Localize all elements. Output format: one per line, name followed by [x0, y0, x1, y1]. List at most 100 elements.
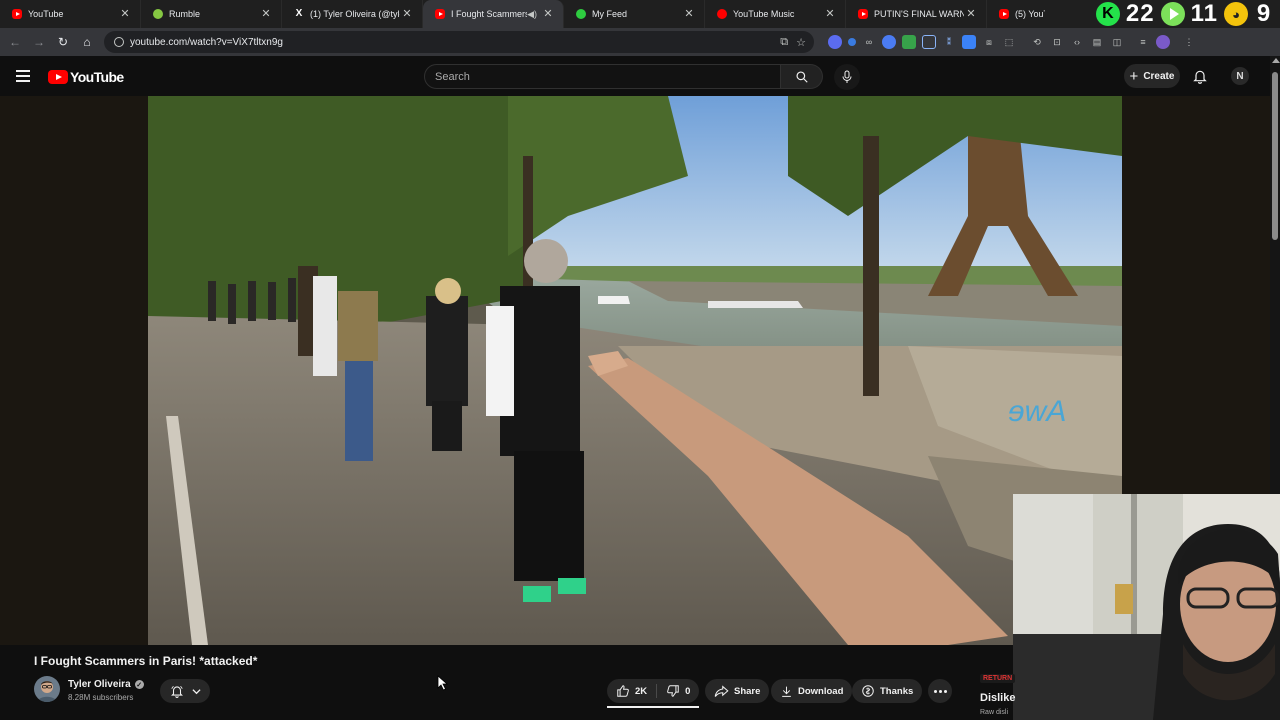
- extension-icon[interactable]: ⁑: [942, 35, 956, 49]
- super-thanks-icon: [862, 685, 874, 697]
- youtube-masthead: YouTube Search + Create N: [0, 56, 1270, 96]
- video-title: I Fought Scammers in Paris! *attacked*: [34, 654, 258, 668]
- channel-name-text[interactable]: Tyler Oliveira: [68, 679, 131, 690]
- extension-icon[interactable]: ⧈: [982, 35, 996, 49]
- browser-tab-youtube-5[interactable]: (5) YouTube: [987, 0, 1047, 28]
- back-icon[interactable]: ←: [3, 30, 27, 54]
- close-icon[interactable]: ✕: [964, 7, 978, 21]
- dot: [938, 689, 942, 693]
- browser-tab-my-feed[interactable]: My Feed ✕: [564, 0, 705, 28]
- site-info-icon[interactable]: [114, 37, 124, 47]
- tab-title: I Fought Scammers in: [451, 9, 528, 19]
- youtube-icon: [12, 9, 22, 19]
- download-button[interactable]: Download: [771, 679, 853, 703]
- close-icon[interactable]: ✕: [541, 7, 555, 21]
- download-label: Download: [798, 685, 844, 697]
- browser-tab-active-video[interactable]: I Fought Scammers in ◀) ✕: [423, 0, 564, 28]
- share-button[interactable]: Share: [705, 679, 770, 703]
- extension-icon[interactable]: [828, 35, 842, 49]
- history-icon[interactable]: ⟲: [1030, 35, 1044, 49]
- search-button[interactable]: [781, 64, 823, 89]
- extension-icon[interactable]: [962, 35, 976, 49]
- close-icon[interactable]: ✕: [823, 7, 837, 21]
- youtube-icon: [999, 9, 1009, 19]
- close-icon[interactable]: ✕: [118, 7, 132, 21]
- youtube-logo[interactable]: YouTube: [48, 69, 124, 85]
- like-ratio-bar: [607, 706, 699, 708]
- download-icon: [782, 686, 791, 697]
- thanks-button[interactable]: Thanks: [852, 679, 923, 703]
- subscription-notifications-button[interactable]: [160, 679, 210, 703]
- notifications-bell-icon[interactable]: [1192, 68, 1208, 84]
- bookmark-star-icon[interactable]: ☆: [796, 36, 806, 49]
- video-player[interactable]: ɘwA: [148, 96, 1122, 645]
- close-icon[interactable]: ✕: [682, 7, 696, 21]
- share-label: Share: [734, 685, 761, 697]
- extension-icon[interactable]: [922, 35, 936, 49]
- screenshot-icon[interactable]: ⊡: [1050, 35, 1064, 49]
- home-icon[interactable]: ⌂: [75, 30, 99, 54]
- microphone-icon: [842, 70, 852, 83]
- extension-icon[interactable]: [882, 35, 896, 49]
- reload-icon[interactable]: ↻: [51, 30, 75, 54]
- extensions-puzzle-icon[interactable]: ⬚: [1002, 35, 1016, 49]
- youtube-music-icon: [717, 9, 727, 19]
- play-badge-icon[interactable]: [1160, 2, 1185, 26]
- like-button[interactable]: 2K: [607, 679, 656, 703]
- create-button[interactable]: + Create: [1124, 64, 1180, 88]
- k-badge-icon[interactable]: K: [1095, 2, 1120, 26]
- badge-count: 9: [1256, 0, 1272, 27]
- browser-tab-putin[interactable]: PUTIN'S FINAL WARNING ✕: [846, 0, 987, 28]
- more-actions-button[interactable]: [928, 679, 952, 703]
- voice-search-button[interactable]: [834, 64, 860, 90]
- youtube-logo-icon: [48, 70, 68, 84]
- tab-title: My Feed: [592, 9, 628, 19]
- menu-kebab-icon[interactable]: ⋮: [1182, 35, 1196, 49]
- plus-icon: +: [1129, 67, 1139, 85]
- dot: [933, 689, 937, 693]
- menu-icon[interactable]: [16, 70, 30, 82]
- dislike-count: 0: [685, 685, 691, 697]
- media-icon[interactable]: ≡: [1136, 35, 1150, 49]
- extension-icon[interactable]: ∞: [862, 35, 876, 49]
- forward-icon[interactable]: →: [27, 30, 51, 54]
- webcam-feed-image: [1013, 494, 1280, 720]
- account-avatar[interactable]: N: [1231, 67, 1249, 85]
- thanks-label: Thanks: [880, 685, 914, 697]
- reading-list-icon[interactable]: ▤: [1090, 35, 1104, 49]
- thumbs-up-icon: [617, 685, 629, 697]
- search-input[interactable]: Search: [424, 64, 781, 89]
- sidebar-promo-card[interactable]: RETURN Dislike Raw disli: [972, 672, 1032, 720]
- browser-tab-x[interactable]: X (1) Tyler Oliveira (@tylerol... ✕: [282, 0, 423, 28]
- browser-tab-youtube-music[interactable]: YouTube Music ✕: [705, 0, 846, 28]
- url-text[interactable]: youtube.com/watch?v=ViX7tltxn9g: [130, 37, 780, 48]
- side-panel-icon[interactable]: ◫: [1110, 35, 1124, 49]
- install-app-icon[interactable]: ⧉: [780, 36, 788, 49]
- tab-title: (5) YouTube: [1015, 9, 1045, 19]
- youtube-icon: [435, 9, 445, 19]
- close-icon[interactable]: ✕: [400, 7, 414, 21]
- profile-icon[interactable]: [1156, 35, 1170, 49]
- close-icon[interactable]: ✕: [259, 7, 273, 21]
- browser-tab-strip: YouTube ✕ Rumble ✕ X (1) Tyler Oliveira …: [0, 0, 1280, 28]
- extension-icon[interactable]: [902, 35, 916, 49]
- subscriber-count: 8.28M subscribers: [68, 693, 134, 702]
- scroll-up-arrow-icon[interactable]: [1271, 58, 1280, 63]
- devtools-icon[interactable]: ‹›: [1070, 35, 1084, 49]
- ghost-badge-icon[interactable]: ◕: [1224, 2, 1248, 26]
- address-bar[interactable]: youtube.com/watch?v=ViX7tltxn9g ⧉ ☆: [104, 31, 814, 53]
- extension-icon[interactable]: [848, 38, 856, 46]
- browser-tab-rumble[interactable]: Rumble ✕: [141, 0, 282, 28]
- rumble-icon: [153, 9, 163, 19]
- x-icon: X: [295, 8, 303, 19]
- create-label: Create: [1143, 70, 1175, 82]
- speaker-icon[interactable]: ◀): [527, 9, 537, 20]
- browser-tab-youtube[interactable]: YouTube ✕: [0, 0, 141, 28]
- badge-count: 11: [1190, 0, 1218, 27]
- scrollbar-thumb[interactable]: [1272, 72, 1278, 240]
- dislike-button[interactable]: 0: [657, 679, 699, 703]
- tab-title: Rumble: [169, 9, 201, 19]
- channel-name[interactable]: Tyler Oliveira ✓: [68, 679, 144, 690]
- channel-avatar[interactable]: [34, 676, 60, 702]
- share-arrow-icon: [714, 684, 729, 697]
